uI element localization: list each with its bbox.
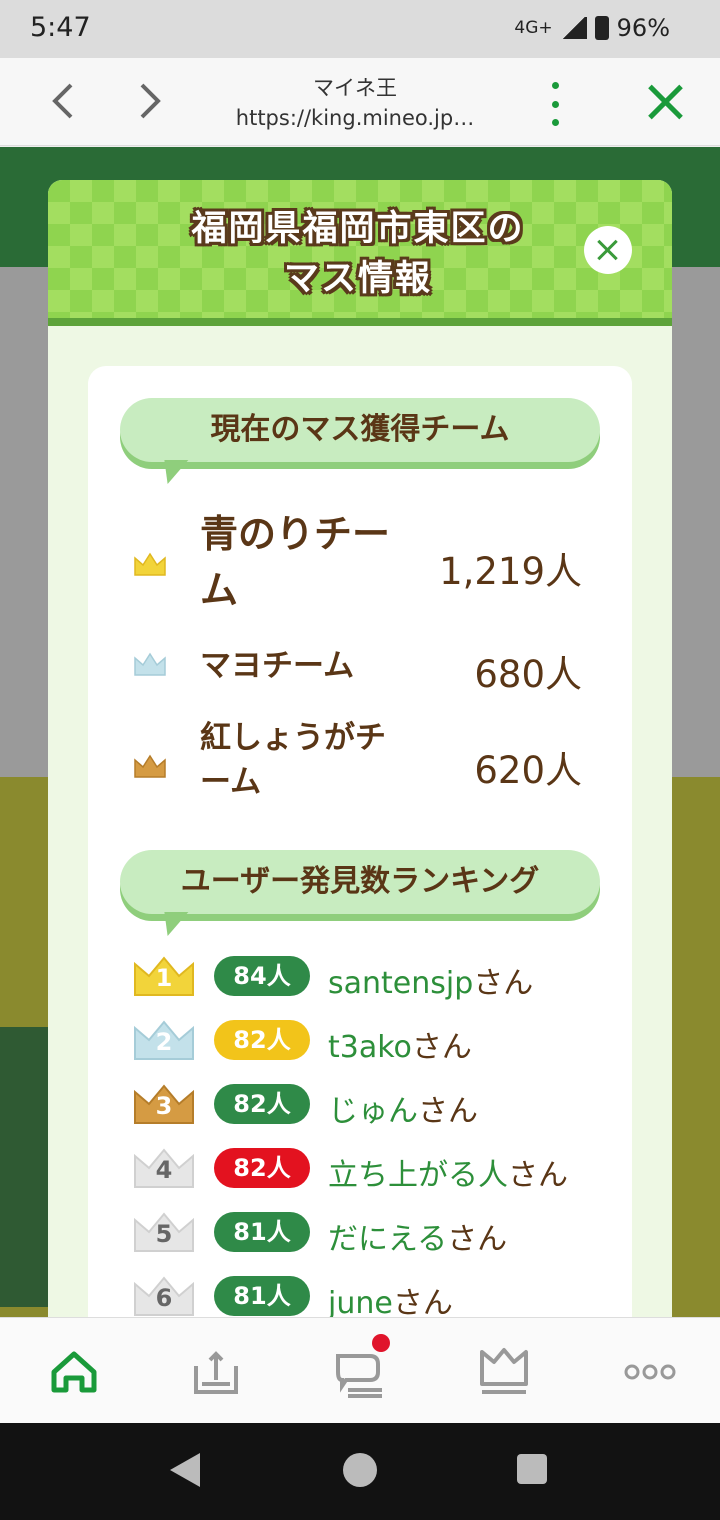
nav-ranking[interactable] — [476, 1344, 532, 1400]
ranking-heading: ユーザー発見数ランキング — [120, 850, 600, 936]
user-name-text: santensjp — [328, 966, 474, 1001]
ranking-row[interactable]: 6 81人 juneさん — [88, 1270, 632, 1320]
ranking-row[interactable]: 2 82人 t3akoさん — [88, 1014, 632, 1066]
team-count: 680人 — [474, 653, 582, 696]
rank-number: 4 — [155, 1156, 173, 1184]
count-badge: 81人 — [214, 1276, 310, 1316]
ranking-row[interactable]: 1 84人 santensjpさん — [88, 950, 632, 1002]
chat-icon — [336, 1354, 382, 1398]
notification-dot — [372, 1334, 390, 1352]
user-name[interactable]: juneさん — [328, 1278, 453, 1320]
chevron-left-icon — [52, 83, 73, 119]
ranking-row[interactable]: 3 82人 じゅんさん — [88, 1078, 632, 1130]
team-row: マヨチーム 680人 — [88, 634, 632, 696]
home-icon — [51, 1351, 97, 1393]
user-name-text: じゅん — [328, 1094, 418, 1129]
honorific: さん — [392, 1286, 453, 1320]
count-badge: 82人 — [214, 1148, 310, 1188]
battery-level: 96% — [616, 14, 670, 42]
count-badge: 82人 — [214, 1020, 310, 1060]
system-navigation — [0, 1423, 720, 1520]
system-recents-button[interactable] — [517, 1454, 547, 1484]
dot-icon — [551, 119, 559, 126]
upload-icon — [194, 1351, 238, 1394]
page-title: マイネ王 — [313, 76, 397, 100]
bottom-navigation — [0, 1317, 720, 1423]
honorific: さん — [508, 1158, 568, 1193]
system-home-button[interactable] — [343, 1453, 377, 1487]
rank-number: 2 — [155, 1028, 173, 1056]
rank-number: 5 — [155, 1220, 173, 1248]
crown-icon — [134, 552, 166, 576]
battery-icon — [594, 16, 609, 40]
dot-icon — [551, 100, 559, 108]
team-row: 紅しょうがチーム 620人 — [88, 716, 632, 816]
signal-icon — [560, 17, 587, 39]
modal-title: 福岡県福岡市東区の マス情報 — [108, 204, 608, 304]
honorific: さん — [473, 966, 534, 1001]
user-name[interactable]: santensjpさん — [328, 958, 533, 1002]
menu-button[interactable] — [540, 82, 570, 126]
nav-chat[interactable] — [332, 1344, 388, 1400]
count-badge: 82人 — [214, 1084, 310, 1124]
modal-close-button[interactable] — [584, 226, 632, 274]
close-tab-button[interactable] — [640, 78, 690, 128]
modal-title-line1: 福岡県福岡市東区の — [191, 209, 525, 249]
current-team-heading: 現在のマス獲得チーム — [120, 398, 600, 484]
nav-upload[interactable] — [188, 1344, 244, 1400]
browser-toolbar: マイネ王 https://king.mineo.jp… — [0, 58, 720, 146]
honorific: さん — [447, 1222, 508, 1257]
honorific: さん — [418, 1094, 478, 1129]
crown-icon — [134, 652, 166, 676]
speech-tail — [155, 460, 189, 484]
team-count: 1,219人 — [439, 550, 582, 593]
count-badge: 81人 — [214, 1212, 310, 1252]
team-count: 620人 — [474, 749, 582, 792]
rank-number: 6 — [155, 1284, 173, 1312]
user-name[interactable]: t3akoさん — [328, 1022, 472, 1066]
modal-title-line2: マス情報 — [283, 259, 432, 299]
user-name-text: 立ち上がる人 — [328, 1158, 508, 1193]
ranking-row[interactable]: 4 82人 立ち上がる人さん — [88, 1142, 632, 1194]
team-row: 青のりチーム 1,219人 — [88, 506, 632, 616]
back-button[interactable] — [38, 76, 88, 126]
nav-home[interactable] — [46, 1344, 102, 1400]
user-name-text: t3ako — [328, 1030, 412, 1065]
more-icon — [624, 1364, 676, 1380]
info-card: 現在のマス獲得チーム 青のりチーム 1,219人 マヨチーム 680人 紅しょう… — [88, 366, 632, 1320]
system-back-button[interactable] — [170, 1453, 200, 1487]
forward-button[interactable] — [125, 76, 175, 126]
user-name[interactable]: じゅんさん — [328, 1086, 478, 1130]
current-team-heading-text: 現在のマス獲得チーム — [210, 412, 510, 447]
status-time: 5:47 — [30, 12, 91, 43]
honorific: さん — [411, 1030, 472, 1065]
dot-icon — [551, 82, 559, 89]
address-bar[interactable]: マイネ王 https://king.mineo.jp… — [200, 72, 510, 130]
count-badge: 84人 — [214, 956, 310, 996]
area-info-modal: 福岡県福岡市東区の マス情報 現在のマス獲得チーム 青のりチーム 1,219人 … — [48, 180, 672, 1320]
page-url: https://king.mineo.jp… — [235, 106, 475, 130]
ranking-heading-text: ユーザー発見数ランキング — [180, 864, 540, 899]
nav-more[interactable] — [622, 1344, 678, 1400]
status-icons: 4G+ 96% — [514, 14, 670, 42]
ranking-row[interactable]: 5 81人 だにえるさん — [88, 1206, 632, 1258]
rank-number: 1 — [155, 964, 173, 992]
rank-number: 3 — [155, 1092, 173, 1120]
speech-tail — [155, 912, 189, 936]
chevron-right-icon — [140, 83, 161, 119]
user-name[interactable]: だにえるさん — [328, 1214, 507, 1258]
status-bar: 5:47 4G+ 96% — [0, 0, 720, 58]
modal-header: 福岡県福岡市東区の マス情報 — [48, 180, 672, 326]
network-type: 4G+ — [514, 18, 553, 38]
user-name[interactable]: 立ち上がる人さん — [328, 1150, 568, 1194]
crown-icon — [134, 754, 166, 778]
crown-icon — [480, 1348, 528, 1394]
user-name-text: june — [328, 1286, 393, 1320]
user-name-text: だにえる — [328, 1222, 448, 1257]
